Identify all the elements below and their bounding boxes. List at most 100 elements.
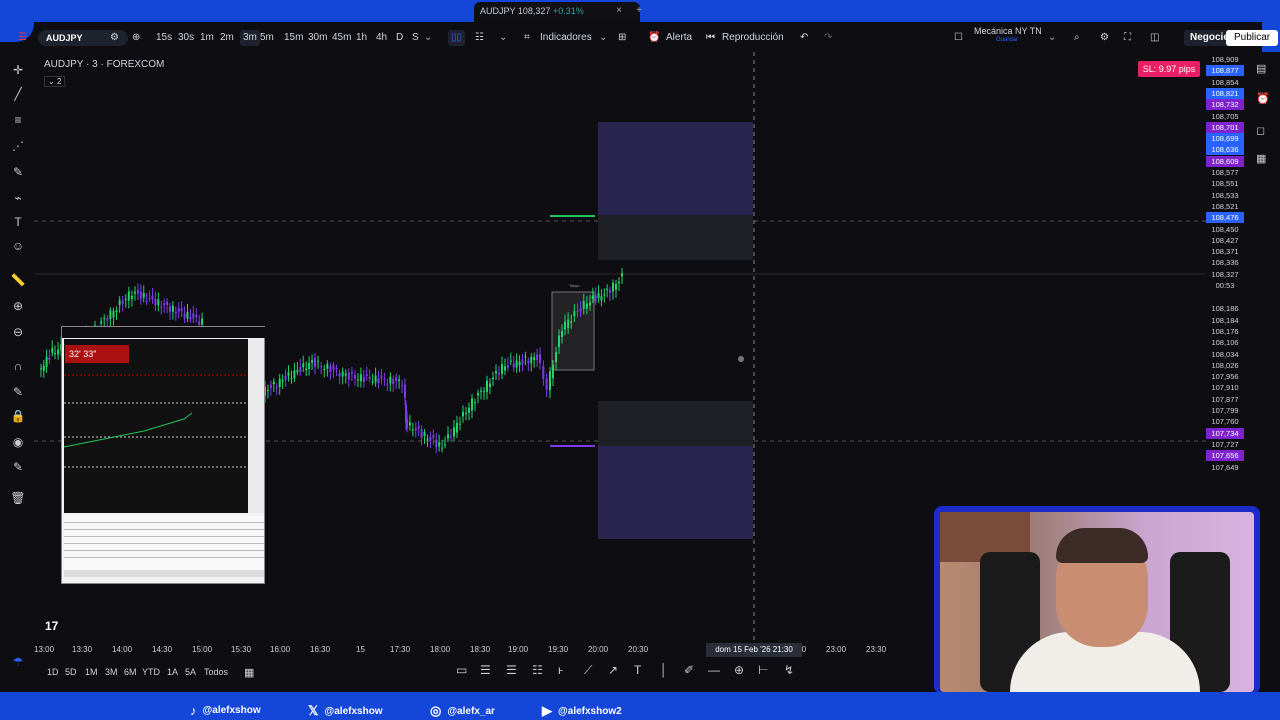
highlighter-icon[interactable]: ✐ [684, 663, 694, 677]
interval-2m[interactable]: 2m [220, 30, 234, 46]
arrow-tool-icon[interactable]: ↗ [608, 663, 618, 677]
mt-tabs[interactable] [64, 570, 264, 577]
horizontal-line-icon[interactable]: — [708, 663, 720, 677]
pattern-tool-icon[interactable]: ⋰ [8, 139, 28, 153]
lock-drawings-icon[interactable]: ✎ [8, 385, 28, 399]
upper-zone-box[interactable] [598, 122, 753, 215]
layout-save-label[interactable]: Guardar [996, 36, 1018, 52]
redo-icon[interactable]: ↷ [824, 30, 832, 46]
metatrader-panel[interactable]: 32' 33" [61, 326, 266, 584]
rect-tool-icon[interactable]: ▭ [456, 663, 467, 677]
price-axis[interactable]: 108,909 108,877 108,854 108,821 108,732 108,7… [1206, 52, 1246, 507]
social-link[interactable]: ▶ @alefxshow2 [542, 703, 622, 719]
crosshair-tool-icon[interactable]: ✛ [8, 63, 28, 77]
parallel-channel-icon[interactable]: ☷ [532, 663, 543, 677]
new-tab-icon[interactable]: + [636, 5, 642, 16]
range-6M[interactable]: 6M [124, 667, 137, 677]
close-tab-icon[interactable]: × [616, 5, 622, 16]
indicator-count[interactable]: ⌄ 2 [44, 76, 66, 87]
text-tool-icon[interactable]: T [8, 215, 28, 229]
social-link[interactable]: ♪ @alefxshow [190, 703, 261, 718]
range-YTD[interactable]: YTD [142, 667, 160, 677]
brush-tool-icon[interactable]: ✎ [8, 165, 28, 179]
interval-15m[interactable]: 15m [284, 30, 303, 46]
interval-4h[interactable]: 4h [376, 30, 387, 46]
interval-30s[interactable]: 30s [178, 30, 194, 46]
interval-45m[interactable]: 45m [332, 30, 351, 46]
publish-button[interactable]: Publicar [1226, 30, 1279, 46]
templates-icon[interactable]: ⊞ [618, 30, 626, 46]
interval-S[interactable]: S [412, 30, 419, 46]
date-range-icon[interactable]: ⊢ [758, 663, 768, 677]
range-Todos[interactable]: Todos [204, 667, 228, 677]
fullscreen-icon[interactable]: ⛶ [1124, 30, 1131, 46]
interval-1m[interactable]: 1m [200, 30, 214, 46]
emoji-tool-icon[interactable]: ☺ [8, 239, 28, 253]
interval-15s[interactable]: 15s [156, 30, 172, 46]
interval-5m[interactable]: 5m [260, 30, 274, 46]
lower-gray-zone[interactable] [598, 401, 753, 446]
range-1M[interactable]: 1M [85, 667, 98, 677]
social-link[interactable]: 𝕏 @alefxshow [308, 703, 383, 719]
goto-date-icon[interactable]: ▦ [244, 666, 254, 679]
alert-button[interactable]: Alerta [666, 30, 692, 46]
ruler-tool-icon[interactable]: 📏 [8, 273, 28, 287]
range-5A[interactable]: 5A [185, 667, 196, 677]
alert-icon[interactable]: ⏰ [648, 30, 660, 46]
trendline-tool-icon[interactable]: ╱ [8, 87, 28, 101]
interval-D[interactable]: D [396, 30, 403, 46]
zoom-in-icon[interactable]: ⊕ [8, 299, 28, 313]
undo-icon[interactable]: ↶ [800, 30, 808, 46]
object-tree-icon[interactable]: ⌕ [1074, 30, 1080, 46]
screenshot-icon[interactable]: ◫ [1150, 30, 1159, 46]
range-3M[interactable]: 3M [105, 667, 118, 677]
interval-1h[interactable]: 1h [356, 30, 367, 46]
calendar-icon[interactable]: ▦ [1256, 152, 1266, 165]
menu-icon[interactable]: ☰ [18, 30, 27, 46]
layout-dropdown-icon[interactable]: ⌄ [1048, 30, 1056, 46]
price-range-icon[interactable]: ⊕ [734, 663, 744, 677]
interval-dropdown-icon[interactable]: ⌄ [424, 30, 432, 46]
replay-icon[interactable]: ⏮ [706, 30, 715, 46]
fib-tool-icon[interactable]: ≡ [8, 113, 28, 127]
bar-style-dropdown-icon[interactable]: ⌄ [499, 30, 507, 46]
symbol-settings-icon[interactable]: ⚙ [110, 30, 119, 46]
layout-checkbox-icon[interactable]: ☐ [954, 30, 963, 46]
watchlist-icon[interactable]: ▤ [1256, 62, 1266, 75]
replay-button[interactable]: Reproducción [722, 30, 784, 46]
indicators-button[interactable]: Indicadores [540, 30, 592, 46]
indicators-dropdown-icon[interactable]: ⌄ [599, 30, 607, 46]
compare-add-icon[interactable]: ⊕ [132, 30, 140, 46]
social-link[interactable]: ◎ @alefx_ar [430, 703, 495, 719]
bar-style-icon[interactable]: ☷ [475, 30, 484, 46]
trend-angle-icon[interactable]: ⟋ [584, 663, 592, 678]
indicators-icon[interactable]: ⌗ [524, 30, 530, 46]
delete-icon[interactable]: 🗑 [8, 491, 28, 505]
interval-30m[interactable]: 30m [308, 30, 327, 46]
magnet-icon[interactable]: ∩ [8, 359, 28, 373]
vertical-line-icon[interactable]: │ [660, 663, 668, 677]
settings-icon[interactable]: ⚙ [1100, 30, 1109, 46]
alerts-panel-icon[interactable]: ⏰ [1256, 92, 1270, 105]
range-1D[interactable]: 1D [47, 667, 59, 677]
range-1A[interactable]: 1A [167, 667, 178, 677]
lower-zone-box[interactable] [598, 446, 753, 539]
visibility-icon[interactable]: ◉ [8, 435, 28, 449]
interval-3m[interactable]: 3m [240, 30, 260, 46]
chart-symbol-title[interactable]: AUDJPY · 3 · FOREXCOM [44, 59, 164, 70]
path-icon[interactable]: ↯ [784, 663, 794, 677]
forecast-tool-icon[interactable]: ⌁ [8, 191, 28, 205]
browser-tab[interactable]: AUDJPY 108,327 +0.31% × + [474, 2, 642, 22]
zoom-out-icon[interactable]: ⊖ [8, 325, 28, 339]
fib-retracement-icon[interactable]: ☰ [480, 663, 491, 677]
text-icon[interactable]: T [634, 663, 641, 677]
vertical-text-icon[interactable]: ⱶ [558, 663, 563, 677]
lock-icon[interactable]: 🔒 [8, 409, 28, 423]
pencil-icon[interactable]: ✎ [8, 460, 28, 474]
upper-gray-zone[interactable] [598, 215, 753, 260]
chat-icon[interactable]: ◻ [1256, 124, 1265, 137]
range-5D[interactable]: 5D [65, 667, 77, 677]
hotlist-icon[interactable]: ☂ [8, 655, 28, 669]
tradingview-logo[interactable]: 17 [45, 619, 58, 633]
chart-type-icon[interactable]: ▯▯ [448, 30, 466, 46]
